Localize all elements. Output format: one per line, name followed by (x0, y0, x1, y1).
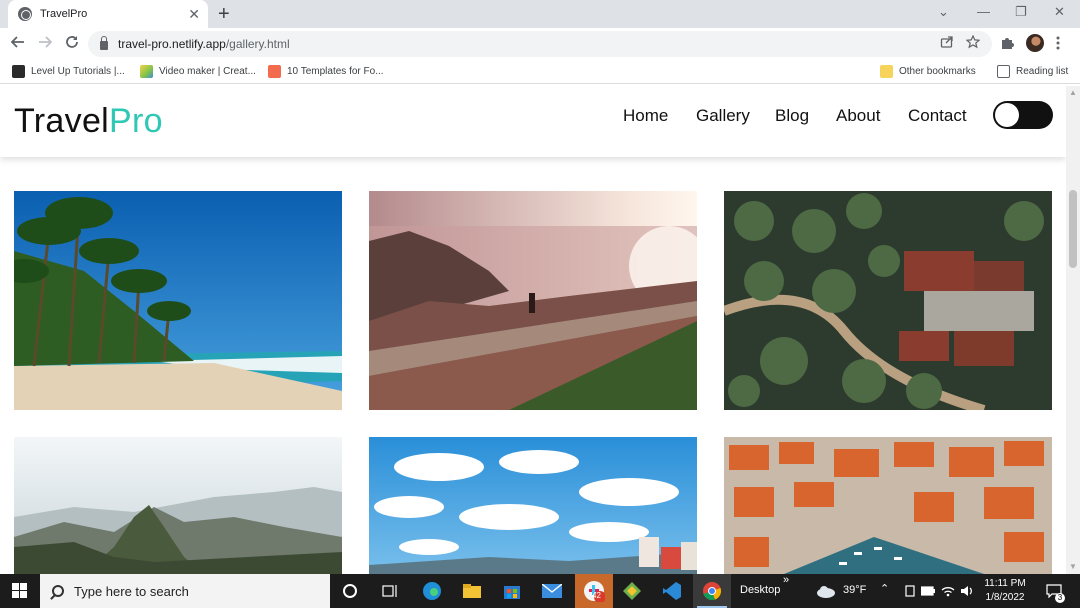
lock-icon[interactable] (100, 36, 108, 50)
search-placeholder: Type here to search (74, 583, 189, 599)
extensions-puzzle-icon[interactable] (1000, 36, 1014, 53)
reading-list-icon (997, 65, 1010, 78)
notification-badge: 42 (592, 591, 601, 600)
globe-icon (18, 7, 32, 21)
theme-toggle[interactable] (993, 101, 1053, 129)
close-window-button[interactable]: ✕ (1054, 4, 1065, 20)
search-icon (52, 585, 64, 597)
profile-avatar[interactable] (1026, 34, 1044, 52)
vscode-icon[interactable] (660, 579, 684, 603)
tab-search-icon[interactable]: ⌄ (938, 4, 949, 20)
notification-count: 3 (1055, 593, 1065, 603)
level-up-icon (12, 65, 25, 78)
tab-close-icon[interactable]: ✕ (188, 7, 200, 21)
address-bar[interactable]: travel-pro.netlify.app/gallery.html (88, 31, 992, 57)
scroll-up-arrow-icon[interactable]: ▲ (1069, 88, 1077, 97)
desktop-toolbar-label[interactable]: Desktop (740, 584, 780, 596)
nav-contact[interactable]: Contact (908, 106, 967, 126)
gallery-image-cliff-sunset[interactable] (369, 191, 697, 410)
browser-toolbar: travel-pro.netlify.app/gallery.html (0, 28, 1080, 60)
browser-tab[interactable]: TravelPro ✕ (8, 0, 208, 28)
nav-home[interactable]: Home (623, 106, 668, 126)
show-hidden-icons-icon[interactable]: ⌃ (880, 582, 889, 595)
weather-temperature[interactable]: 39°F (843, 584, 866, 596)
chrome-icon[interactable] (700, 579, 724, 603)
folder-icon (880, 65, 893, 78)
scrollbar-thumb[interactable] (1069, 190, 1077, 268)
new-tab-button[interactable]: + (218, 3, 230, 25)
edge-icon[interactable] (420, 579, 444, 603)
bookmark-star-icon[interactable] (965, 34, 981, 52)
system-clock[interactable]: 11:11 PM 1/8/2022 (982, 577, 1028, 605)
desktop-chevron[interactable]: » (783, 574, 789, 586)
url-text: travel-pro.netlify.app/gallery.html (118, 37, 290, 51)
gallery-image-beach[interactable] (14, 191, 342, 410)
gallery-image-aerial-palms[interactable] (724, 191, 1052, 410)
maximize-button[interactable]: ❐ (1015, 4, 1027, 20)
more-menu-icon[interactable] (1056, 36, 1060, 53)
share-icon[interactable] (940, 35, 954, 52)
site-header: TravelPro Home Gallery Blog About Contac… (0, 86, 1066, 157)
bookmarks-bar: Level Up Tutorials |... Video maker | Cr… (0, 60, 1080, 84)
windows-start-icon[interactable] (12, 583, 28, 599)
site-logo[interactable]: TravelPro (14, 102, 163, 141)
windows-taskbar: Type here to search 42 Desktop » 39°F ⌃ (0, 574, 1080, 608)
task-view-icon[interactable] (378, 579, 402, 603)
other-bookmarks-folder[interactable]: Other bookmarks (880, 65, 976, 78)
nav-gallery[interactable]: Gallery (696, 106, 750, 126)
taskbar-search-box[interactable]: Type here to search (40, 574, 330, 608)
bookmark-video-maker[interactable]: Video maker | Creat... (140, 65, 256, 78)
nav-blog[interactable]: Blog (775, 106, 809, 126)
minimize-button[interactable]: — (977, 4, 990, 19)
volume-icon[interactable] (955, 579, 979, 603)
weather-cloud-icon[interactable] (814, 579, 838, 603)
bookmark-level-up[interactable]: Level Up Tutorials |... (12, 65, 125, 78)
mail-icon[interactable] (540, 579, 564, 603)
gallery-image-mountain-ruins[interactable] (14, 437, 342, 574)
web-page: TravelPro Home Gallery Blog About Contac… (0, 86, 1066, 574)
reload-icon[interactable] (65, 35, 79, 54)
microsoft-store-icon[interactable] (500, 579, 524, 603)
cortana-icon[interactable] (338, 579, 362, 603)
back-arrow-icon[interactable] (10, 35, 25, 54)
gallery-image-clouds-seaside-town[interactable] (369, 437, 697, 574)
reading-list-button[interactable]: Reading list (997, 65, 1068, 78)
video-maker-icon (140, 65, 153, 78)
scroll-down-arrow-icon[interactable]: ▼ (1069, 562, 1077, 571)
file-explorer-icon[interactable] (460, 579, 484, 603)
tab-strip: TravelPro ✕ + ⌄ — ❐ ✕ (0, 0, 1080, 28)
nav-about[interactable]: About (836, 106, 880, 126)
toggle-knob (995, 103, 1019, 127)
bookmark-templates[interactable]: 10 Templates for Fo... (268, 65, 384, 78)
forward-arrow-icon[interactable] (38, 35, 53, 54)
gallery-image-harbor-town[interactable] (724, 437, 1052, 574)
page-scrollbar[interactable]: ▲ ▼ (1066, 86, 1080, 574)
hubspot-icon (268, 65, 281, 78)
sourcetree-icon[interactable] (620, 579, 644, 603)
tab-title: TravelPro (40, 8, 88, 20)
